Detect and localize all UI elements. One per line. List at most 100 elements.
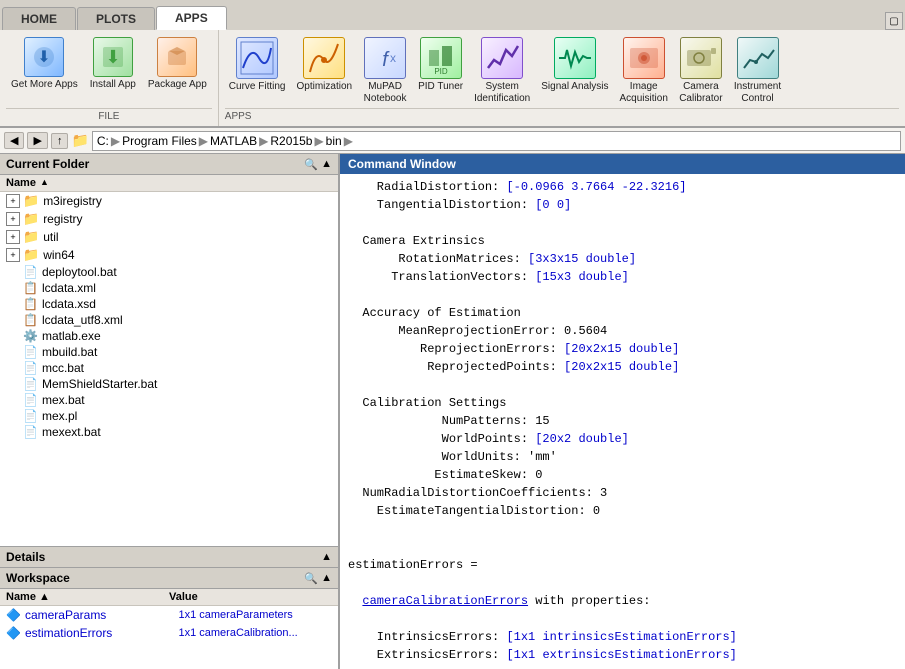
details-expand-icon[interactable]: ▲ bbox=[321, 551, 332, 563]
camera-calibrator-button[interactable]: CameraCalibrator bbox=[675, 34, 727, 108]
list-item[interactable]: 📄 deploytool.bat bbox=[0, 264, 338, 280]
list-item[interactable]: + 📁 registry bbox=[0, 210, 338, 228]
cmd-line bbox=[348, 610, 897, 628]
workspace-item-name2: estimationErrors bbox=[25, 626, 179, 640]
file-icon-xml: 📋 bbox=[23, 281, 38, 295]
tab-apps[interactable]: APPS bbox=[156, 6, 227, 30]
file-group-label: FILE bbox=[6, 108, 212, 122]
list-item[interactable]: 📋 lcdata_utf8.xml bbox=[0, 312, 338, 328]
workspace-item-icon2: 🔷 bbox=[6, 626, 21, 640]
image-acquisition-icon bbox=[623, 37, 665, 79]
folder-search-icon[interactable]: 🔍 bbox=[304, 158, 318, 171]
camera-calibrator-label: CameraCalibrator bbox=[679, 81, 722, 105]
nav-back-btn[interactable]: ◀ bbox=[4, 132, 24, 149]
cmd-line: MeanReprojectionError: 0.5604 bbox=[348, 322, 897, 340]
get-more-apps-button[interactable]: ⬇ Get More Apps bbox=[6, 34, 83, 94]
signal-analysis-icon bbox=[554, 37, 596, 79]
svg-text:PID: PID bbox=[434, 67, 448, 76]
folder-expander[interactable]: + bbox=[6, 230, 20, 244]
folder-icon-item: 📁 bbox=[23, 211, 39, 227]
workspace-item-name: cameraParams bbox=[25, 608, 179, 622]
list-item[interactable]: 📄 mex.pl bbox=[0, 408, 338, 424]
workspace-search-icon[interactable]: 🔍 bbox=[304, 572, 318, 585]
optimization-label: Optimization bbox=[296, 81, 352, 93]
address-path[interactable]: C: ▶ Program Files ▶ MATLAB ▶ R2015b ▶ b… bbox=[92, 131, 901, 151]
workspace-header: Workspace 🔍 ▲ bbox=[0, 568, 338, 589]
list-item[interactable]: + 📁 m3iregistry bbox=[0, 192, 338, 210]
file-list-header[interactable]: Name ▲ bbox=[0, 175, 338, 192]
package-app-button[interactable]: Package App bbox=[143, 34, 212, 94]
cmd-line bbox=[348, 538, 897, 556]
list-item[interactable]: 📄 mbuild.bat bbox=[0, 344, 338, 360]
package-app-label: Package App bbox=[148, 79, 207, 91]
mupad-label: MuPADNotebook bbox=[364, 81, 407, 105]
install-app-button[interactable]: ⬇ Install App bbox=[85, 34, 141, 94]
cmd-line bbox=[348, 574, 897, 592]
instrument-control-button[interactable]: InstrumentControl bbox=[730, 34, 785, 108]
system-identification-button[interactable]: SystemIdentification bbox=[470, 34, 534, 108]
list-item[interactable]: 📄 MemShieldStarter.bat bbox=[0, 376, 338, 392]
folder-expander[interactable]: + bbox=[6, 194, 20, 208]
tab-home[interactable]: HOME bbox=[2, 7, 76, 30]
nav-up-btn[interactable]: ↑ bbox=[51, 133, 69, 149]
camera-calibration-errors-link[interactable]: cameraCalibrationErrors bbox=[362, 594, 528, 608]
mupad-button[interactable]: fx MuPADNotebook bbox=[359, 34, 411, 108]
list-item[interactable]: + 📁 util bbox=[0, 228, 338, 246]
pid-tuner-label: PID Tuner bbox=[418, 81, 463, 93]
pid-tuner-icon: PID bbox=[420, 37, 462, 79]
curve-fitting-label: Curve Fitting bbox=[229, 81, 286, 93]
command-window-header: Command Window bbox=[340, 154, 905, 174]
list-item[interactable]: 📄 mcc.bat bbox=[0, 360, 338, 376]
cmd-line: Camera Extrinsics bbox=[348, 232, 897, 250]
signal-analysis-button[interactable]: Signal Analysis bbox=[537, 34, 612, 96]
file-icon-bat: 📄 bbox=[23, 265, 38, 279]
workspace-table: Name ▲ Value 🔷 cameraParams 1x1 cameraPa… bbox=[0, 589, 338, 669]
cmd-line: ReprojectedPoints: [20x2x15 double] bbox=[348, 358, 897, 376]
current-folder-header: Current Folder 🔍 ▲ bbox=[0, 154, 338, 175]
minimize-btn[interactable]: ▢ bbox=[885, 12, 903, 30]
nav-forward-btn[interactable]: ▶ bbox=[27, 132, 47, 149]
tab-plots[interactable]: PLOTS bbox=[77, 7, 155, 30]
list-item[interactable]: + 📁 win64 bbox=[0, 246, 338, 264]
file-icon-xsd: 📋 bbox=[23, 297, 38, 311]
folder-expander[interactable]: + bbox=[6, 212, 20, 226]
list-item[interactable]: ⚙️ matlab.exe bbox=[0, 328, 338, 344]
command-window-body[interactable]: RadialDistortion: [-0.0966 3.7664 -22.32… bbox=[340, 174, 905, 669]
workspace-item[interactable]: 🔷 cameraParams 1x1 cameraParameters bbox=[0, 606, 338, 624]
folder-expand-icon[interactable]: ▲ bbox=[321, 158, 332, 171]
workspace-expand-icon[interactable]: ▲ bbox=[321, 572, 332, 585]
workspace-item[interactable]: 🔷 estimationErrors 1x1 cameraCalibration… bbox=[0, 624, 338, 642]
cmd-line bbox=[348, 214, 897, 232]
cmd-line: RadialDistortion: [-0.0966 3.7664 -22.32… bbox=[348, 178, 897, 196]
system-identification-icon bbox=[481, 37, 523, 79]
cmd-line: ReprojectionErrors: [20x2x15 double] bbox=[348, 340, 897, 358]
get-more-apps-label: Get More Apps bbox=[11, 79, 78, 91]
optimization-button[interactable]: Optimization bbox=[292, 34, 356, 96]
signal-analysis-label: Signal Analysis bbox=[541, 81, 608, 93]
cmd-line: cameraCalibrationErrors with properties: bbox=[348, 592, 897, 610]
image-acquisition-button[interactable]: ImageAcquisition bbox=[616, 34, 672, 108]
curve-fitting-button[interactable]: Curve Fitting bbox=[225, 34, 290, 96]
list-item[interactable]: 📋 lcdata.xsd bbox=[0, 296, 338, 312]
file-icon-bat5: 📄 bbox=[23, 393, 38, 407]
list-item[interactable]: 📋 lcdata.xml bbox=[0, 280, 338, 296]
package-app-icon bbox=[157, 37, 197, 77]
folder-icon-item: 📁 bbox=[23, 247, 39, 263]
cmd-line: estimationErrors = bbox=[348, 556, 897, 574]
svg-text:x: x bbox=[390, 51, 396, 65]
cmd-line: EstimateTangentialDistortion: 0 bbox=[348, 502, 897, 520]
cmd-line bbox=[348, 286, 897, 304]
optimization-icon bbox=[303, 37, 345, 79]
file-icon-bat2: 📄 bbox=[23, 345, 38, 359]
svg-text:⬇: ⬇ bbox=[38, 49, 51, 66]
folder-icon-item: 📁 bbox=[23, 193, 39, 209]
address-bar: ◀ ▶ ↑ 📁 C: ▶ Program Files ▶ MATLAB ▶ R2… bbox=[0, 128, 905, 154]
cmd-line: Calibration Settings bbox=[348, 394, 897, 412]
list-item[interactable]: 📄 mex.bat bbox=[0, 392, 338, 408]
cmd-line: EstimateSkew: 0 bbox=[348, 466, 897, 484]
file-icon-pl: 📄 bbox=[23, 409, 38, 423]
pid-tuner-button[interactable]: PID PID Tuner bbox=[414, 34, 467, 96]
folder-expander[interactable]: + bbox=[6, 248, 20, 262]
folder-icon: 📁 bbox=[71, 132, 88, 149]
list-item[interactable]: 📄 mexext.bat bbox=[0, 424, 338, 440]
